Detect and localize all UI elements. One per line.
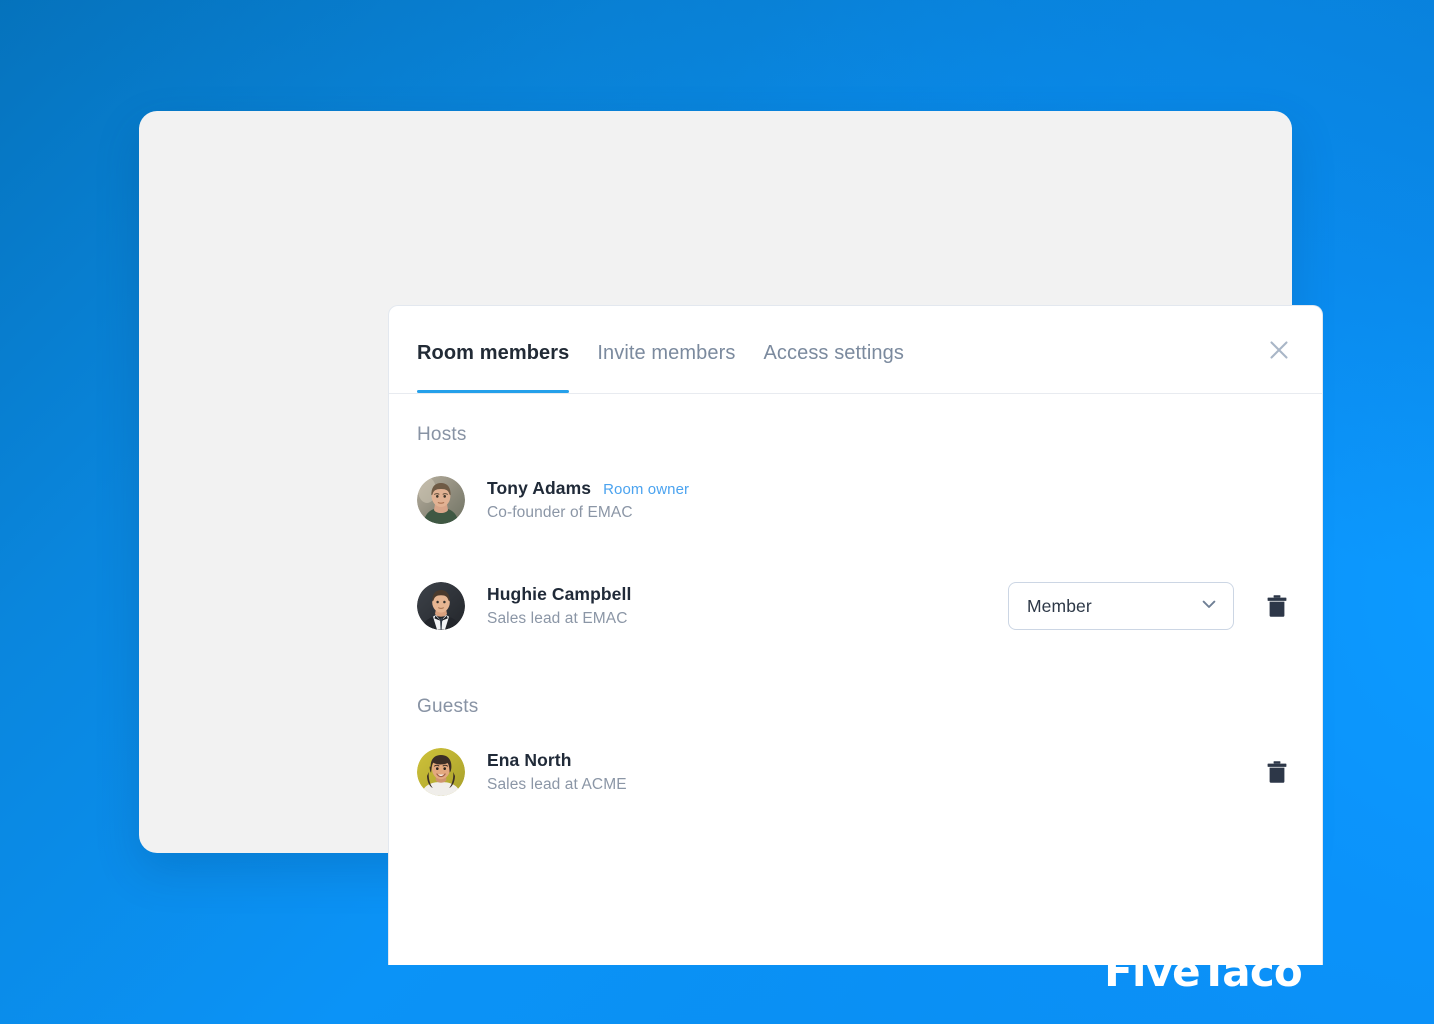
trash-icon [1266,760,1288,784]
role-select-placeholder [1008,748,1234,796]
row-actions: Member [1008,582,1294,630]
status-badge: Room owner [603,481,690,498]
app-window-card: Room members Invite members Access setti… [139,111,1323,965]
member-subtitle: Sales lead at ACME [487,776,627,793]
member-name: Hughie Campbell [487,584,632,604]
table-row: Hughie Campbell Sales lead at EMAC Membe… [417,574,1294,638]
tab-invite-members[interactable]: Invite members [597,342,735,393]
modal-header: Room members Invite members Access setti… [389,306,1322,394]
tab-access-settings[interactable]: Access settings [763,342,903,393]
role-select-value: Member [1027,595,1092,616]
avatar [417,582,465,630]
delete-member-button[interactable] [1260,755,1294,789]
member-subtitle: Co-founder of EMAC [487,504,633,521]
trash-icon [1266,594,1288,618]
tab-room-members[interactable]: Room members [417,342,570,393]
chevron-down-icon [1199,594,1219,619]
table-row: Ena North Sales lead at ACME [417,740,1294,804]
group-guests: Guests Ena North Sales lead at ACME [417,696,1294,804]
group-title-guests: Guests [417,696,479,717]
group-title-hosts: Hosts [417,424,467,445]
avatar [417,748,465,796]
close-icon [1268,339,1290,361]
member-info: Hughie Campbell Sales lead at EMAC [487,584,1008,628]
avatar [417,476,465,524]
modal-body: Hosts Tony Adams Room owner Co-founder o… [389,394,1322,804]
row-actions [1008,748,1294,796]
member-name: Tony Adams [487,478,592,498]
fivetaco-logo: FiveTaco [1104,947,1303,996]
member-name: Ena North [487,750,572,770]
member-info: Tony Adams Room owner Co-founder of EMAC [487,478,1294,522]
member-subtitle: Sales lead at EMAC [487,610,628,627]
room-members-modal: Room members Invite members Access setti… [388,305,1323,965]
member-info: Ena North Sales lead at ACME [487,750,1008,794]
close-button[interactable] [1262,333,1296,367]
tab-bar: Room members Invite members Access setti… [417,306,904,393]
group-hosts: Hosts Tony Adams Room owner Co-founder o… [417,424,1294,638]
table-row: Tony Adams Room owner Co-founder of EMAC [417,468,1294,532]
delete-member-button[interactable] [1260,589,1294,623]
role-select[interactable]: Member [1008,582,1234,630]
